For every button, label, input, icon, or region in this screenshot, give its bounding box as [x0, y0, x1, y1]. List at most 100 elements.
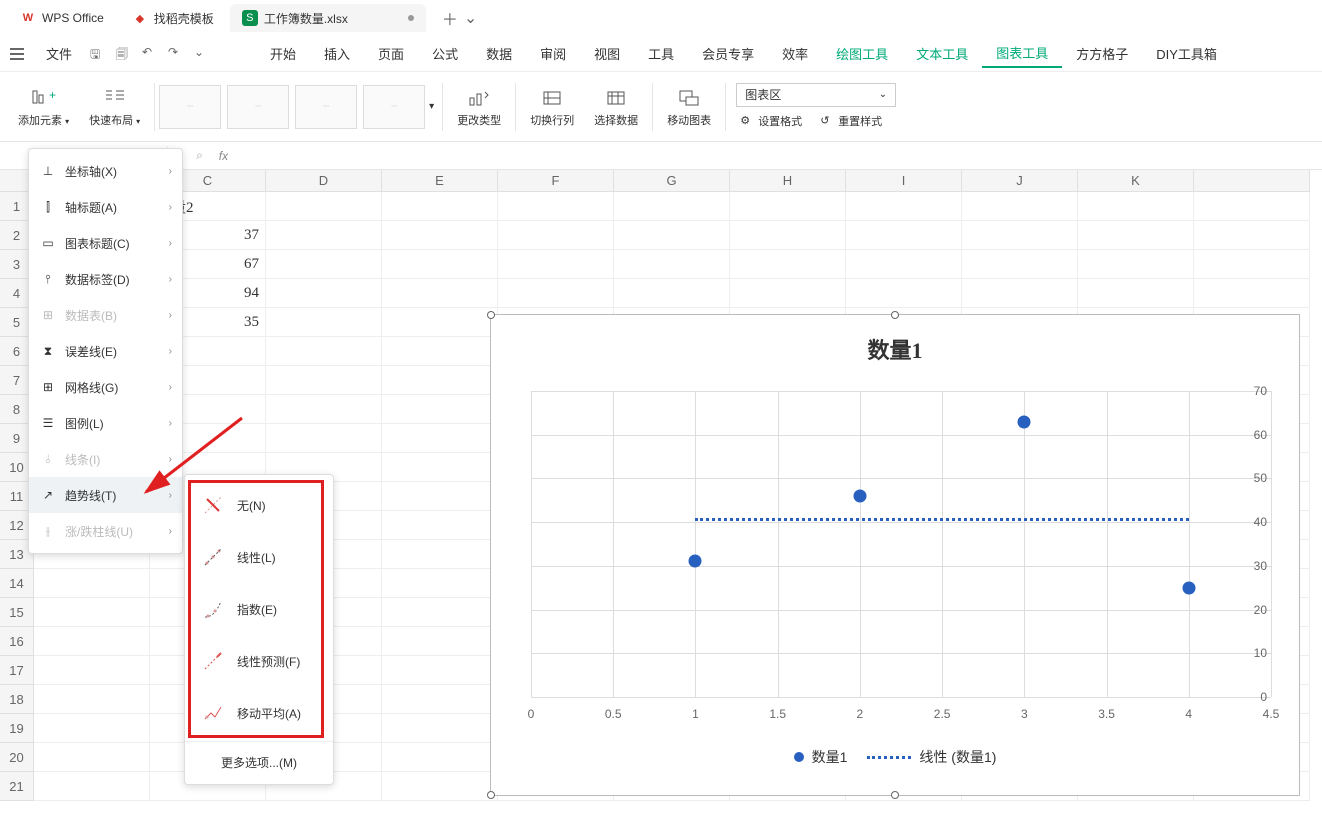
trendline-moving-avg[interactable]: 移动平均(A) — [185, 687, 333, 739]
chart-handle-sw[interactable] — [487, 791, 495, 799]
cell[interactable] — [1078, 279, 1194, 308]
row-header[interactable]: 18 — [0, 685, 34, 714]
row-header[interactable]: 20 — [0, 743, 34, 772]
cell[interactable] — [382, 598, 498, 627]
cell[interactable] — [614, 250, 730, 279]
qat-undo-icon[interactable]: ↶ — [142, 45, 160, 63]
chart-style-3[interactable]: ⋯ — [295, 85, 357, 129]
workbook-tab[interactable]: S 工作簿数量.xlsx — [230, 4, 426, 32]
chart[interactable]: 数量1 01020304050607000.511.522.533.544.5 … — [490, 314, 1300, 796]
chart-style-gallery[interactable]: ⋯ ⋯ ⋯ ⋯ — [159, 85, 425, 129]
row-header[interactable]: 19 — [0, 714, 34, 743]
chart-data-point[interactable] — [1018, 415, 1031, 428]
menu-axis-title[interactable]: ⫿轴标题(A)› — [29, 189, 182, 225]
col-header-g[interactable]: G — [614, 170, 730, 192]
col-header-f[interactable]: F — [498, 170, 614, 192]
col-header-d[interactable]: D — [266, 170, 382, 192]
menu-text-tools[interactable]: 文本工具 — [902, 40, 982, 67]
cell[interactable] — [1194, 221, 1310, 250]
chart-plot-area[interactable]: 01020304050607000.511.522.533.544.5 — [531, 391, 1271, 697]
cell[interactable] — [382, 511, 498, 540]
cell[interactable] — [34, 743, 150, 772]
trendline-linear[interactable]: 线性(L) — [185, 531, 333, 583]
col-header-j[interactable]: J — [962, 170, 1078, 192]
cell[interactable] — [34, 627, 150, 656]
cell[interactable] — [962, 279, 1078, 308]
chart-style-4[interactable]: ⋯ — [363, 85, 425, 129]
cell[interactable] — [1194, 250, 1310, 279]
cell[interactable] — [382, 685, 498, 714]
quick-layout-button[interactable]: 快速布局 ▾ — [81, 86, 148, 128]
cell[interactable] — [730, 221, 846, 250]
menu-data[interactable]: 数据 — [472, 40, 526, 67]
menu-efficiency[interactable]: 效率 — [768, 40, 822, 67]
menu-error-bars[interactable]: ⧗误差线(E)› — [29, 333, 182, 369]
new-tab-button[interactable]: ＋ — [442, 6, 458, 30]
cell[interactable] — [382, 482, 498, 511]
col-header-i[interactable]: I — [846, 170, 962, 192]
menu-insert[interactable]: 插入 — [310, 40, 364, 67]
templates-tab[interactable]: ◆ 找稻壳模板 — [120, 4, 226, 32]
cell[interactable] — [266, 337, 382, 366]
chart-handle-nw[interactable] — [487, 311, 495, 319]
set-format-button[interactable]: ⚙设置格式 — [736, 111, 806, 131]
qat-redo-icon[interactable]: ↷ — [168, 45, 186, 63]
cell[interactable] — [846, 221, 962, 250]
change-type-button[interactable]: 更改类型 — [449, 86, 509, 128]
move-chart-button[interactable]: 移动图表 — [659, 86, 719, 128]
cell[interactable] — [34, 656, 150, 685]
cell[interactable] — [34, 685, 150, 714]
cell[interactable] — [498, 192, 614, 221]
menu-legend[interactable]: ☰图例(L)› — [29, 405, 182, 441]
cell[interactable] — [266, 192, 382, 221]
col-header-h[interactable]: H — [730, 170, 846, 192]
cell[interactable] — [266, 424, 382, 453]
legend-trendline[interactable]: 线性 (数量1) — [867, 747, 996, 767]
menu-axis[interactable]: ⊥坐标轴(X)› — [29, 153, 182, 189]
cell[interactable] — [266, 308, 382, 337]
cell[interactable] — [382, 743, 498, 772]
chart-legend[interactable]: 数量1 线性 (数量1) — [491, 747, 1299, 767]
cell[interactable] — [614, 192, 730, 221]
cell[interactable] — [382, 772, 498, 801]
app-tab[interactable]: W WPS Office — [8, 4, 116, 32]
cell[interactable] — [382, 366, 498, 395]
cell[interactable] — [266, 279, 382, 308]
menu-data-labels[interactable]: ⫯数据标签(D)› — [29, 261, 182, 297]
row-header[interactable]: 17 — [0, 656, 34, 685]
tab-menu-button[interactable]: ⌄ — [464, 8, 477, 28]
switch-rowcol-button[interactable]: 切换行列 — [522, 86, 582, 128]
cell[interactable] — [962, 192, 1078, 221]
chart-trendline[interactable] — [695, 518, 1188, 521]
fx-label[interactable]: fx — [219, 149, 228, 163]
cell[interactable] — [382, 627, 498, 656]
menu-chart-title[interactable]: ▭图表标题(C)› — [29, 225, 182, 261]
cell[interactable] — [1194, 279, 1310, 308]
chart-handle-s[interactable] — [891, 791, 899, 799]
row-header[interactable]: 21 — [0, 772, 34, 801]
menu-review[interactable]: 审阅 — [526, 40, 580, 67]
menu-trendline[interactable]: ↗趋势线(T)› — [29, 477, 182, 513]
menu-start[interactable]: 开始 — [256, 40, 310, 67]
row-header[interactable]: 16 — [0, 627, 34, 656]
menu-fangfang[interactable]: 方方格子 — [1062, 40, 1142, 67]
cell[interactable] — [730, 250, 846, 279]
cell[interactable] — [34, 714, 150, 743]
add-element-button[interactable]: + 添加元素 ▾ — [10, 86, 77, 128]
search-icon[interactable]: ⌕ — [196, 148, 203, 163]
col-header-extra[interactable] — [1194, 170, 1310, 192]
cell[interactable] — [382, 308, 498, 337]
chart-element-selector[interactable]: 图表区 ⌄ — [736, 83, 896, 107]
cell[interactable] — [846, 192, 962, 221]
trendline-more-options[interactable]: 更多选项...(M) — [185, 744, 333, 780]
chart-data-point[interactable] — [689, 555, 702, 568]
cell[interactable] — [266, 250, 382, 279]
qat-dropdown-icon[interactable]: ⌄ — [194, 45, 212, 63]
cell[interactable] — [382, 424, 498, 453]
row-header[interactable]: 15 — [0, 598, 34, 627]
cell[interactable] — [266, 395, 382, 424]
cell[interactable] — [962, 221, 1078, 250]
cell[interactable] — [498, 279, 614, 308]
cell[interactable] — [846, 279, 962, 308]
cell[interactable] — [614, 279, 730, 308]
